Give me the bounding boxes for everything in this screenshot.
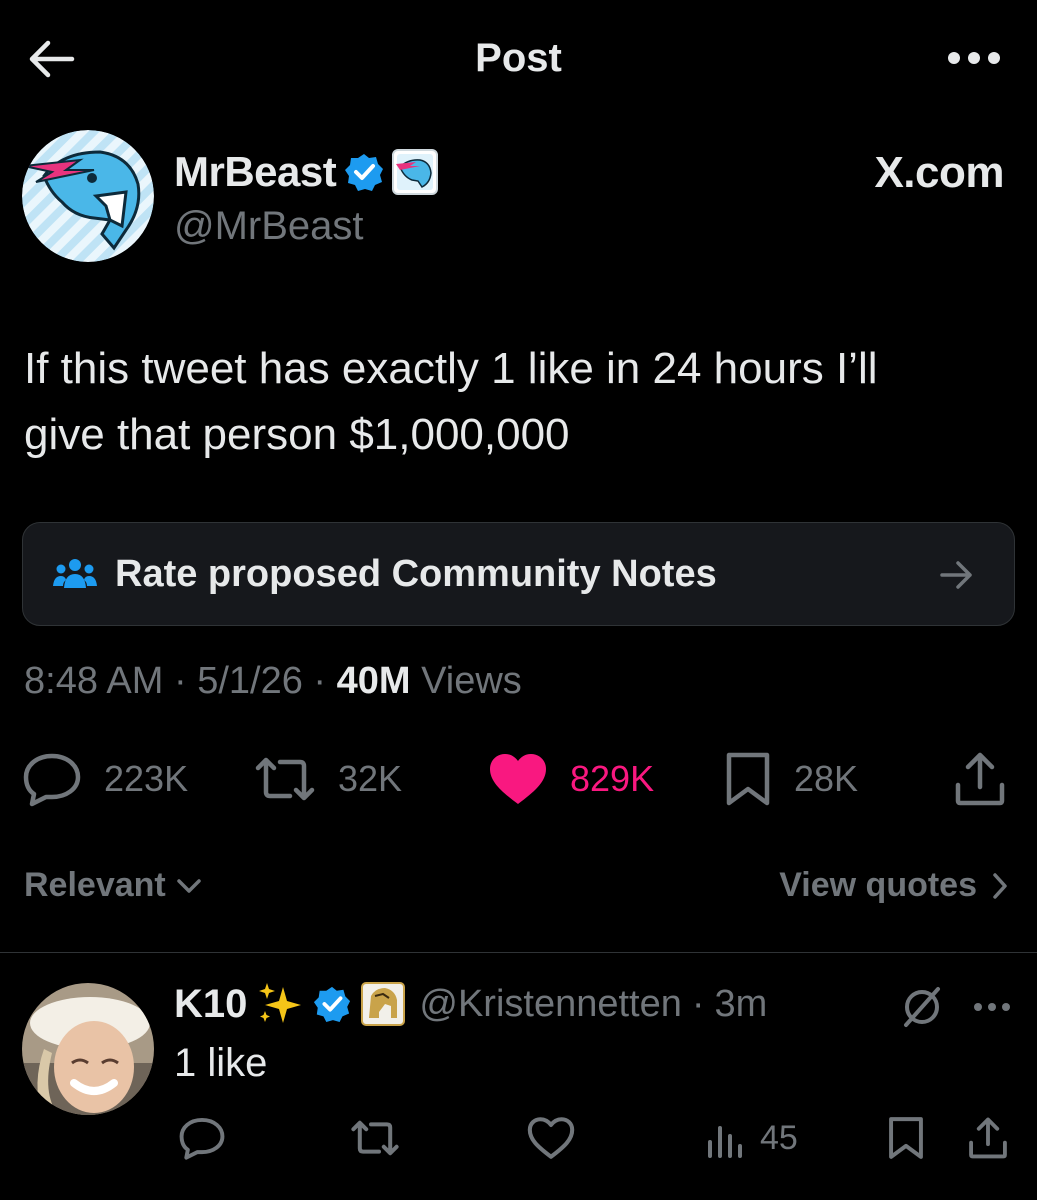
share-button[interactable] [954,744,1006,814]
reply-views-button[interactable]: 45 [706,1113,798,1163]
source-label: X.com [874,148,1004,197]
verified-badge-icon [345,154,384,191]
author-name[interactable]: MrBeast [174,148,337,196]
reply-button[interactable]: 223K [22,744,188,814]
reply-bookmark-button[interactable] [886,1113,926,1163]
views-count[interactable]: 40M [337,660,411,702]
bookmark-button[interactable]: 28K [724,744,858,814]
views-label[interactable]: Views [421,660,522,702]
repost-button[interactable]: 32K [254,744,402,814]
repost-icon [351,1120,399,1156]
bookmark-count: 28K [794,758,859,799]
post-text-line-1: If this tweet has exactly 1 like in 24 h… [24,344,878,393]
author-name-row: MrBeast [174,148,439,196]
like-count: 829K [570,758,655,799]
lion-affiliate-icon[interactable] [361,982,406,1026]
share-icon [955,752,1005,806]
author-handle[interactable]: @MrBeast [174,204,364,249]
reply-time: 3m [714,982,768,1025]
reply-text: 1 like [174,1041,268,1085]
reply-icon [23,753,81,807]
views-chart-icon [708,1126,742,1158]
heart-filled-icon [490,754,546,804]
reply-post[interactable]: K10 @Kristennetten · 3m 1 like 45 [0,953,1037,1200]
reply-author-name[interactable]: K10 [174,982,247,1027]
like-button[interactable]: 829K [488,744,654,814]
avatar[interactable] [22,130,154,262]
heart-icon [527,1117,575,1159]
verified-badge-icon [314,986,351,1023]
mrbeast-avatar-image [22,130,154,262]
reply-reply-button[interactable] [178,1113,226,1163]
share-icon [969,1117,1007,1159]
sort-label: Relevant [24,866,166,904]
reply-author-handle[interactable]: @Kristennetten [419,983,682,1026]
bookmark-icon [889,1117,923,1159]
reply-separator: · [691,982,705,1025]
reply-repost-button[interactable] [350,1113,400,1163]
reply-more-button[interactable] [968,989,1016,1025]
more-horizontal-icon [974,1003,1010,1011]
community-notes-label: Rate proposed Community Notes [115,552,717,595]
view-quotes-link[interactable]: View quotes [779,866,1009,905]
more-options-button[interactable] [941,40,1007,76]
top-bar: Post [0,0,1037,115]
chevron-right-icon [993,872,1007,899]
post-time: 8:48 AM [24,660,164,702]
community-notes-button[interactable]: Rate proposed Community Notes [22,522,1015,626]
replies-sort-bar: Relevant View quotes [24,866,1009,916]
meta-separator: · [173,660,187,702]
avatar[interactable] [22,983,154,1115]
post-date: 5/1/26 [197,660,303,702]
post-actions: 223K 32K 829K 28K [22,744,1012,814]
reply-count: 223K [104,758,189,799]
reply-like-button[interactable] [526,1113,576,1163]
sparkles-icon [259,983,302,1023]
reply-header: K10 @Kristennetten · 3m [174,981,767,1027]
post-text: If this tweet has exactly 1 like in 24 h… [24,336,1014,468]
repost-count: 32K [338,758,403,799]
arrow-right-icon [940,561,972,589]
sort-dropdown[interactable]: Relevant [24,866,202,905]
chevron-down-icon [176,878,201,893]
repost-icon [255,757,315,801]
reply-actions: 45 [174,1113,1024,1163]
people-icon [53,552,97,596]
meta-separator: · [313,660,327,702]
reply-view-count: 45 [760,1118,798,1157]
page-title: Post [475,36,562,80]
reply-avatar-image [22,983,154,1115]
post-author: MrBeast @MrBeast X.com [22,130,1022,265]
view-quotes-label: View quotes [779,866,977,904]
bookmark-icon [726,752,770,806]
reply-share-button[interactable] [968,1113,1008,1163]
grok-icon[interactable] [898,983,946,1031]
post-text-line-2: give that person $1,000,000 [24,410,570,459]
beast-affiliate-icon[interactable] [392,149,439,195]
reply-icon [179,1117,225,1160]
post-meta: 8:48 AM · 5/1/26 · 40M Views [24,660,522,703]
more-horizontal-icon [948,52,1000,64]
